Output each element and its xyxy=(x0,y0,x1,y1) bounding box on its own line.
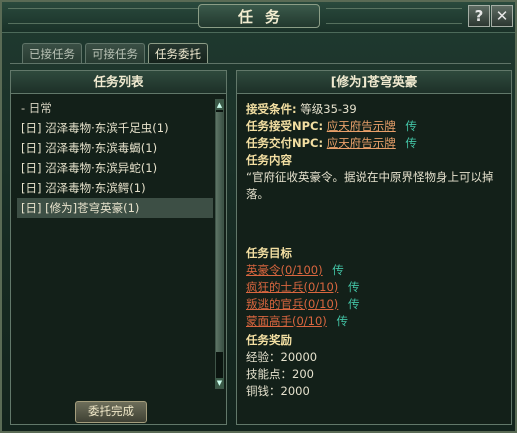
question-icon: ? xyxy=(474,7,484,25)
title-bar: 任务 ? ✕ xyxy=(2,2,515,33)
tab-available[interactable]: 可接任务 xyxy=(85,43,145,64)
accept-npc-label: 任务接受NPC: xyxy=(246,119,324,133)
target-link[interactable]: 英豪令(0/100) xyxy=(246,263,323,277)
tab-accepted[interactable]: 已接任务 xyxy=(22,43,82,64)
quest-item[interactable]: [日] 沼泽毒物·东滨毒蝎(1) xyxy=(17,138,213,158)
scroll-thumb[interactable] xyxy=(216,112,223,352)
quest-detail-title: [修为]苍穹英豪 xyxy=(237,71,511,94)
teleport-button[interactable]: 传 xyxy=(336,314,348,328)
window-title: 任务 xyxy=(198,4,320,28)
reward-copper: 铜钱：2000 xyxy=(246,384,310,398)
quest-list: - 日常 [日] 沼泽毒物·东滨千足虫(1) [日] 沼泽毒物·东滨毒蝎(1) … xyxy=(17,99,213,218)
teleport-button[interactable]: 传 xyxy=(348,280,360,294)
quest-list-panel: 任务列表 - 日常 [日] 沼泽毒物·东滨千足虫(1) [日] 沼泽毒物·东滨毒… xyxy=(10,70,227,425)
teleport-button[interactable]: 传 xyxy=(405,119,417,133)
accept-npc-link[interactable]: 应天府告示牌 xyxy=(327,119,396,133)
quest-window: 任务 ? ✕ 已接任务 可接任务 任务委托 任务列表 - 日常 [日] 沼泽毒物… xyxy=(0,0,517,433)
close-icon: ✕ xyxy=(495,7,509,25)
submit-npc-link[interactable]: 应天府告示牌 xyxy=(327,136,396,150)
title-ornament-right xyxy=(326,8,462,24)
title-ornament-left xyxy=(8,8,225,24)
reward-skill-points: 技能点：200 xyxy=(246,367,314,381)
accept-condition-label: 接受条件: xyxy=(246,102,297,116)
quest-item[interactable]: [日] 沼泽毒物·东滨千足虫(1) xyxy=(17,118,213,138)
content-label: 任务内容 xyxy=(246,153,292,167)
tab-divider xyxy=(10,63,511,64)
target-link[interactable]: 蒙面高手(0/10) xyxy=(246,314,327,328)
tab-entrust[interactable]: 任务委托 xyxy=(148,43,208,64)
accept-condition-value: 等级35-39 xyxy=(300,102,357,116)
scroll-down-icon[interactable]: ▼ xyxy=(215,378,224,388)
quest-list-title: 任务列表 xyxy=(11,71,226,94)
quest-detail-panel: [修为]苍穹英豪 接受条件: 等级35-39 任务接受NPC: 应天府告示牌 传… xyxy=(236,70,512,425)
teleport-button[interactable]: 传 xyxy=(348,297,360,311)
quest-list-scrollbar[interactable]: ▲ ▼ xyxy=(215,99,224,389)
target-label: 任务目标 xyxy=(246,246,292,260)
tab-bar: 已接任务 可接任务 任务委托 xyxy=(22,43,208,64)
teleport-button[interactable]: 传 xyxy=(332,263,344,277)
entrust-complete-button[interactable]: 委托完成 xyxy=(75,401,147,423)
quest-item-selected[interactable]: [日] [修为]苍穹英豪(1) xyxy=(17,198,213,218)
quest-item[interactable]: [日] 沼泽毒物·东滨异蛇(1) xyxy=(17,158,213,178)
help-button[interactable]: ? xyxy=(468,5,490,27)
quest-detail-body: 接受条件: 等级35-39 任务接受NPC: 应天府告示牌 传 任务交付NPC:… xyxy=(246,101,506,400)
close-button[interactable]: ✕ xyxy=(491,5,513,27)
reward-label: 任务奖励 xyxy=(246,333,292,347)
content-text: “官府征收英豪令。据说在中原界怪物身上可以掉落。 xyxy=(246,170,494,201)
reward-exp: 经验：20000 xyxy=(246,350,318,364)
submit-npc-label: 任务交付NPC: xyxy=(246,136,324,150)
scroll-up-icon[interactable]: ▲ xyxy=(215,100,224,110)
category-daily[interactable]: - 日常 xyxy=(17,99,213,118)
target-link[interactable]: 疯狂的士兵(0/10) xyxy=(246,280,338,294)
target-link[interactable]: 叛逃的官兵(0/10) xyxy=(246,297,338,311)
quest-item[interactable]: [日] 沼泽毒物·东滨鳄(1) xyxy=(17,178,213,198)
teleport-button[interactable]: 传 xyxy=(405,136,417,150)
